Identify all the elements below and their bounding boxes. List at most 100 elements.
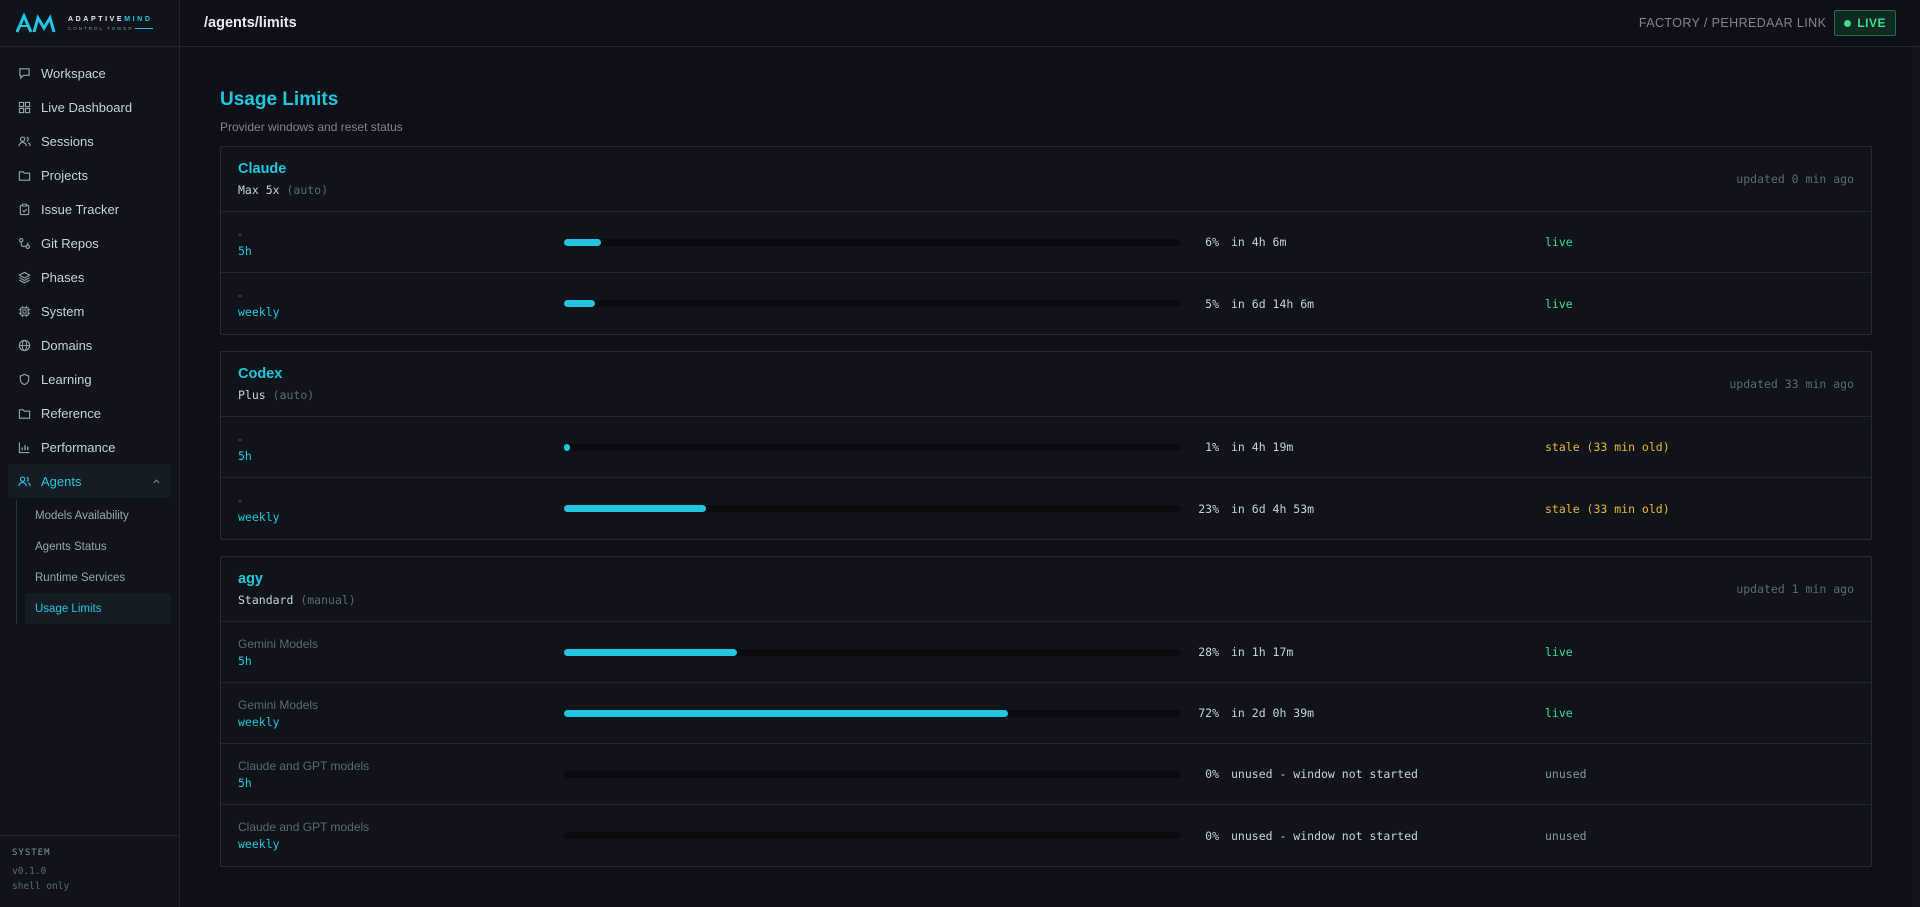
reset-time: in 6d 14h 6m: [1231, 296, 1315, 311]
limit-row: - weekly 23% in 6d 4h 53m stale (33 min …: [221, 478, 1871, 539]
limit-model-name: Claude and GPT models: [238, 820, 370, 834]
topbar: /agents/limits FACTORY / PEHREDAAR LINK …: [180, 0, 1920, 47]
sidebar-item-learning[interactable]: Learning: [8, 362, 171, 396]
plan-name: Plus: [238, 388, 266, 402]
limit-row: - 5h 6% in 4h 6m live: [221, 212, 1871, 273]
usage-bar: [564, 300, 1181, 307]
limit-window: 5h: [238, 243, 252, 258]
usage-percent: 1%: [1205, 440, 1219, 454]
provider-cards: Claude Max 5x (auto) updated 0 min ago -…: [220, 146, 1872, 867]
limit-row: - weekly 5% in 6d 14h 6m live: [221, 273, 1871, 334]
sidebar-item-label: Issue Tracker: [41, 201, 120, 217]
sidebar-item-reference[interactable]: Reference: [8, 396, 171, 430]
brand-subtitle: CONTROL TOWER: [68, 26, 153, 31]
usage-bar: [564, 443, 1181, 451]
provider-card: Codex Plus (auto) updated 33 min ago - 5…: [220, 351, 1872, 540]
limit-model-name: Gemini Models: [238, 697, 319, 712]
usage-percent: 0%: [1205, 828, 1219, 843]
sidebar-item-agents[interactable]: Agents: [8, 464, 171, 498]
usage-bar: [564, 648, 1181, 656]
updated-time: updated 0 min ago: [1736, 172, 1854, 186]
content: Usage Limits Provider windows and reset …: [180, 47, 1920, 883]
status-badge: live: [1545, 645, 1573, 659]
limit-row: Claude and GPT models weekly 0% unused -…: [221, 805, 1871, 866]
factory-link[interactable]: FACTORY / PEHREDAAR LINK: [1639, 16, 1826, 30]
page-subtitle: Provider windows and reset status: [220, 120, 403, 134]
sidebar-item-live-dashboard[interactable]: Live Dashboard: [8, 90, 171, 124]
status-badge: stale (33 min old): [1545, 501, 1670, 516]
shield-icon: [19, 373, 30, 385]
sidebar-item-label: Git Repos: [41, 235, 99, 251]
sidebar-item-label: Reference: [41, 405, 101, 421]
status-badge: live: [1545, 296, 1573, 311]
provider-card: Claude Max 5x (auto) updated 0 min ago -…: [220, 146, 1872, 335]
users-icon: [18, 135, 31, 146]
bar-chart-icon: [18, 441, 30, 453]
globe-icon: [18, 339, 31, 351]
usage-bar-fill: [564, 300, 595, 307]
sidebar-item-domains[interactable]: Domains: [8, 328, 171, 362]
usage-percent: 28%: [1198, 645, 1219, 659]
plan-name: Standard: [238, 593, 294, 607]
limit-model-name: Gemini Models: [238, 636, 319, 651]
limit-window: weekly: [238, 837, 280, 851]
sidebar-nav: Workspace Live Dashboard Sessions Projec…: [0, 47, 179, 624]
scrollbar[interactable]: [1912, 47, 1920, 907]
usage-bar: [564, 238, 1181, 246]
limit-window: weekly: [238, 714, 280, 729]
sidebar-item-label: System: [41, 303, 85, 319]
limit-model-name: -: [238, 431, 242, 446]
usage-bar-fill: [564, 443, 571, 451]
sidebar-item-performance[interactable]: Performance: [8, 430, 171, 464]
provider-header: Claude Max 5x (auto) updated 0 min ago: [221, 147, 1871, 212]
sidebar-item-git-repos[interactable]: Git Repos: [8, 226, 171, 260]
updated-time: updated 1 min ago: [1736, 582, 1854, 596]
folder-icon: [18, 170, 31, 181]
sidebar-item-label: Phases: [41, 269, 85, 285]
chat-icon: [19, 67, 30, 79]
limit-window: 5h: [238, 653, 252, 668]
subnav-item-usage-limits[interactable]: Usage Limits: [25, 593, 171, 624]
plan-mode: (auto): [286, 183, 329, 197]
folder-icon: [18, 408, 31, 419]
subnav-item-models-availability[interactable]: Models Availability: [25, 500, 171, 531]
usage-bar-fill: [564, 709, 1009, 717]
usage-percent: 5%: [1205, 296, 1219, 311]
provider-card: agy Standard (manual) updated 1 min ago …: [220, 556, 1872, 867]
usage-percent: 0%: [1205, 767, 1219, 781]
sidebar-item-issue-tracker[interactable]: Issue Tracker: [8, 192, 171, 226]
agents-subnav: Models Availability Agents Status Runtim…: [16, 500, 171, 624]
sidebar-item-system[interactable]: System: [8, 294, 171, 328]
limit-row: - 5h 1% in 4h 19m stale (33 min old): [221, 417, 1871, 478]
sidebar-item-sessions[interactable]: Sessions: [8, 124, 171, 158]
logo-icon: [16, 13, 56, 33]
sidebar-item-label: Sessions: [41, 133, 94, 149]
sidebar-item-label: Projects: [41, 167, 88, 183]
sidebar-item-label: Domains: [41, 337, 93, 353]
system-mode: shell only: [12, 881, 70, 892]
page-title: Usage Limits: [220, 89, 339, 110]
brand[interactable]: ADAPTIVEMIND CONTROL TOWER: [0, 0, 179, 47]
limit-window: weekly: [238, 305, 280, 319]
provider-name: agy: [238, 571, 263, 587]
provider-name: Codex: [238, 366, 283, 382]
limit-window: 5h: [238, 775, 252, 790]
sidebar-item-workspace[interactable]: Workspace: [8, 56, 171, 90]
subnav-item-agents-status[interactable]: Agents Status: [25, 531, 171, 562]
sidebar-item-phases[interactable]: Phases: [8, 260, 171, 294]
usage-bar: [564, 709, 1181, 717]
brand-name: ADAPTIVEMIND: [68, 15, 153, 23]
chevron-up-icon[interactable]: [152, 477, 161, 486]
system-version: v0.1.0: [12, 866, 47, 877]
usage-bar: [564, 770, 1181, 778]
sidebar-item-label: Live Dashboard: [41, 99, 133, 115]
limit-row: Claude and GPT models 5h 0% unused - win…: [221, 744, 1871, 805]
sidebar: ADAPTIVEMIND CONTROL TOWER Workspace Liv…: [0, 0, 180, 907]
provider-name: Claude: [238, 161, 287, 177]
subnav-item-runtime-services[interactable]: Runtime Services: [25, 562, 171, 593]
reset-time: in 1h 17m: [1231, 645, 1294, 659]
main-area: /agents/limits FACTORY / PEHREDAAR LINK …: [180, 0, 1920, 907]
sidebar-item-projects[interactable]: Projects: [8, 158, 171, 192]
live-dot-icon: [1844, 19, 1852, 27]
live-badge: LIVE: [1834, 10, 1896, 36]
